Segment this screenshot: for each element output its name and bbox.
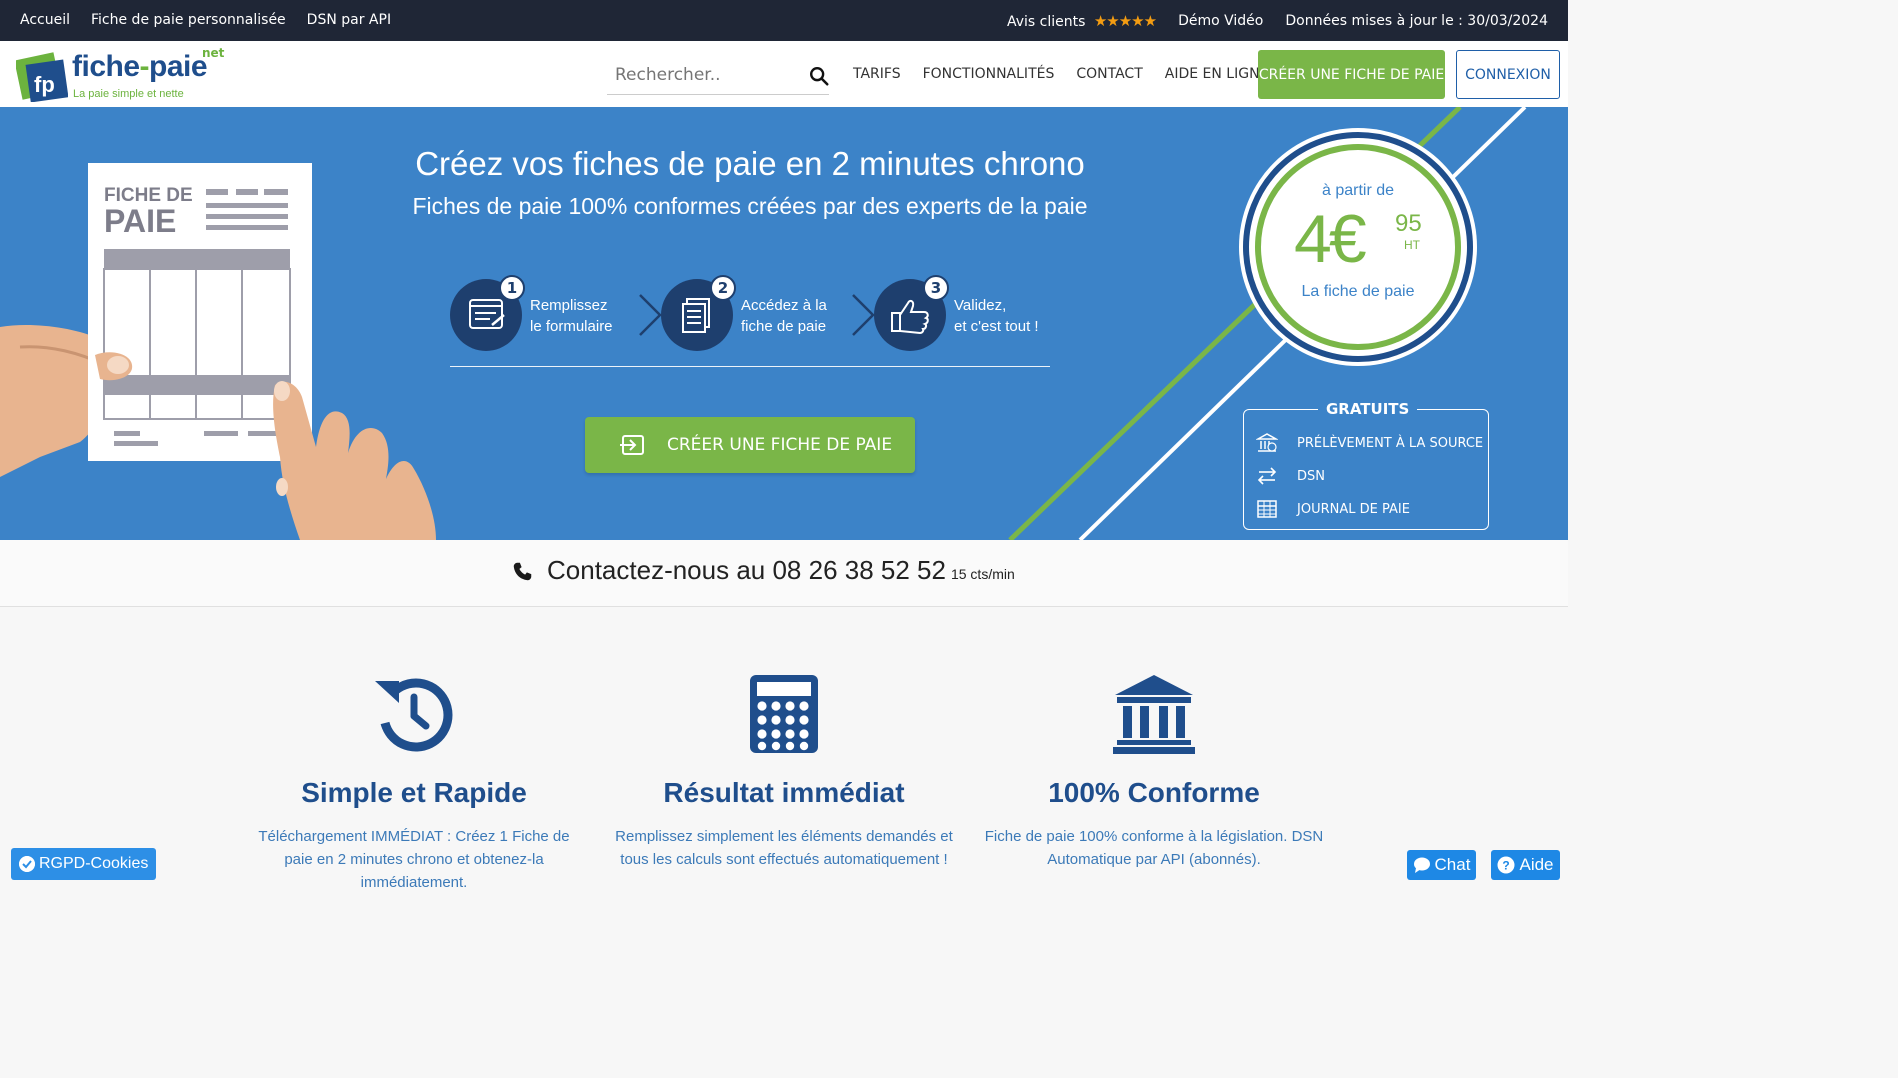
step-label: Validez, et c'est tout ! xyxy=(954,297,1039,335)
chevron-right-icon xyxy=(639,294,662,336)
customer-reviews-link[interactable]: Avis clients ★★★★★ xyxy=(1006,12,1157,30)
price-cents: 95 xyxy=(1395,210,1422,237)
step-number: 3 xyxy=(923,275,949,301)
price-amount: 4€ xyxy=(1294,201,1367,277)
top-bar: Accueil Fiche de paie personnalisée DSN … xyxy=(0,0,1568,41)
logo-net: net xyxy=(202,46,225,60)
topbar-link-dsn-api[interactable]: DSN par API xyxy=(307,12,391,28)
hero-divider xyxy=(450,366,1050,367)
check-circle-icon xyxy=(19,856,35,872)
price-tax: HT xyxy=(1404,238,1420,252)
table-grid-icon xyxy=(1257,500,1277,518)
search-input[interactable] xyxy=(607,61,802,89)
feature-conforme: 100% Conforme Fiche de paie 100% conform… xyxy=(974,673,1334,871)
step-label: Accédez à la fiche de paie xyxy=(741,297,827,335)
hero-cta-label: CRÉER UNE FICHE DE PAIE xyxy=(667,435,893,455)
contact-phone-text[interactable]: Contactez-nous au 08 26 38 52 52 xyxy=(547,555,946,586)
help-button[interactable]: ? Aide xyxy=(1491,850,1560,880)
customer-reviews-label: Avis clients xyxy=(1006,14,1086,30)
hero-create-payslip-button[interactable]: CRÉER UNE FICHE DE PAIE xyxy=(585,417,915,473)
price-unit: La fiche de paie xyxy=(1301,283,1415,300)
price-badge: à partir de 4€ 95 HT La fiche de paie xyxy=(1243,132,1473,362)
create-payslip-button[interactable]: CRÉER UNE FICHE DE PAIE xyxy=(1258,50,1445,99)
nav-contact[interactable]: CONTACT xyxy=(1076,66,1142,82)
main-header: fp fiche-paie net La paie simple et nett… xyxy=(0,41,1568,107)
nav-aide-en-ligne[interactable]: AIDE EN LIGNE xyxy=(1165,66,1269,82)
step-label: Remplissez le formulaire xyxy=(530,297,613,335)
svg-text:?: ? xyxy=(1503,859,1510,873)
feature-text: Fiche de paie 100% conforme à la législa… xyxy=(984,828,1324,868)
free-services-box: GRATUITS PRÉLÈVEMENT À LA SOURCE DSN JOU… xyxy=(1243,400,1489,530)
svg-text:fp: fp xyxy=(34,72,55,97)
search-box xyxy=(607,55,829,95)
topbar-link-fiche-personnalisee[interactable]: Fiche de paie personnalisée xyxy=(91,12,286,28)
contact-rate: 15 cts/min xyxy=(950,566,1015,582)
login-button[interactable]: CONNEXION xyxy=(1456,50,1560,99)
nav-tarifs[interactable]: TARIFS xyxy=(853,66,901,82)
chat-button[interactable]: Chat xyxy=(1407,850,1476,880)
contact-bar: Contactez-nous au 08 26 38 52 52 15 cts/… xyxy=(0,540,1568,607)
history-icon xyxy=(375,678,453,752)
bank-small-icon xyxy=(1256,433,1278,452)
price-from: à partir de xyxy=(1321,182,1395,199)
logo-tagline: La paie simple et nette xyxy=(73,88,184,100)
free-item-dsn[interactable]: DSN xyxy=(1256,464,1325,488)
demo-video-link[interactable]: Démo Vidéo xyxy=(1178,13,1263,29)
exchange-arrows-icon xyxy=(1257,467,1277,485)
search-icon[interactable] xyxy=(808,65,830,87)
topbar-link-accueil[interactable]: Accueil xyxy=(20,12,70,28)
enter-icon xyxy=(620,435,644,455)
question-circle-icon: ? xyxy=(1497,856,1515,874)
calculator-icon xyxy=(750,675,818,753)
main-nav: TARIFS FONCTIONNALITÉS CONTACT AIDE EN L… xyxy=(853,66,1268,82)
phone-icon xyxy=(513,562,532,581)
free-title: GRATUITS xyxy=(1318,400,1418,418)
fp-logo-icon: fp xyxy=(16,52,68,102)
feature-resultat: Résultat immédiat Remplissez simplement … xyxy=(604,673,964,871)
step-number: 2 xyxy=(710,275,736,301)
logo-brand: fiche-paie xyxy=(72,50,208,83)
bank-icon xyxy=(1113,675,1195,754)
hero-section: FICHE DE PAIE Créez vos fiches de paie e… xyxy=(0,107,1568,540)
star-rating-icon: ★★★★★ xyxy=(1093,12,1157,30)
chevron-right-icon xyxy=(852,294,875,336)
rgpd-cookies-button[interactable]: RGPD-Cookies xyxy=(11,848,156,880)
feature-text: Remplissez simplement les éléments deman… xyxy=(615,828,953,868)
feature-title: Résultat immédiat xyxy=(663,777,905,808)
features-section: Simple et Rapide Téléchargement IMMÉDIAT… xyxy=(0,607,1568,891)
steps-row: 1 Remplissez le formulaire 2 Accédez à la… xyxy=(450,275,1050,351)
nav-fonctionnalites[interactable]: FONCTIONNALITÉS xyxy=(923,66,1055,82)
feature-simple: Simple et Rapide Téléchargement IMMÉDIAT… xyxy=(234,673,594,894)
feature-text: Téléchargement IMMÉDIAT : Créez 1 Fiche … xyxy=(258,828,570,891)
free-item-journal[interactable]: JOURNAL DE PAIE xyxy=(1256,497,1410,521)
feature-title: 100% Conforme xyxy=(1048,777,1260,808)
site-logo[interactable]: fp fiche-paie net La paie simple et nett… xyxy=(16,46,226,104)
step-number: 1 xyxy=(499,275,525,301)
feature-title: Simple et Rapide xyxy=(301,777,527,808)
free-item-prelevement[interactable]: PRÉLÈVEMENT À LA SOURCE xyxy=(1256,431,1483,455)
chat-bubble-icon xyxy=(1413,857,1430,873)
data-updated-text: Données mises à jour le : 30/03/2024 xyxy=(1285,13,1548,29)
